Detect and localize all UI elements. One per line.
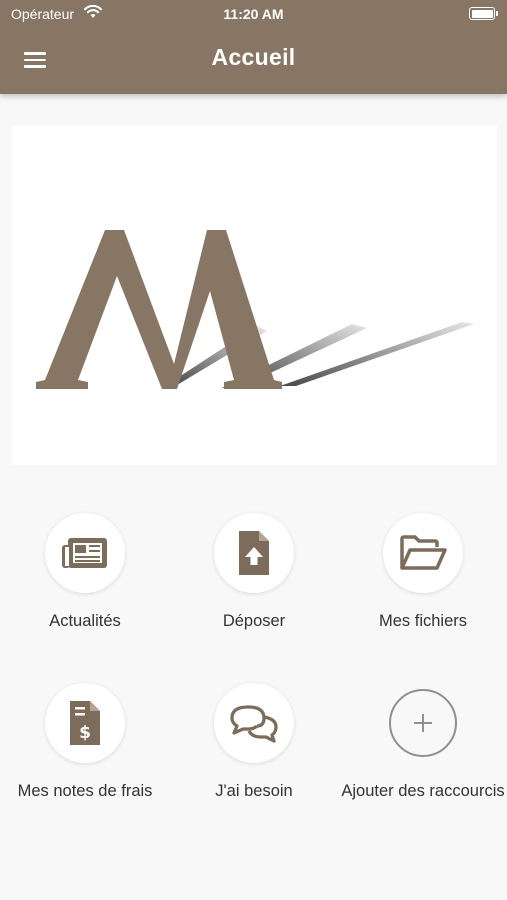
battery-icon — [469, 7, 498, 20]
shortcut-circle — [383, 513, 463, 593]
add-shortcut-button[interactable]: Ajouter des raccourcis — [338, 683, 507, 803]
plus-icon — [414, 714, 432, 732]
app-header: Opérateur 11:20 AM Accueil — [0, 0, 507, 94]
shortcut-deposer[interactable]: Déposer — [169, 513, 339, 633]
shortcut-circle: $ — [45, 683, 125, 763]
company-logo — [36, 230, 474, 389]
shortcut-label: Actualités — [49, 612, 121, 630]
folder-open-icon — [400, 535, 447, 570]
shortcut-label: Mes notes de frais — [17, 782, 153, 800]
status-bar: Opérateur 11:20 AM — [0, 0, 507, 28]
shortcut-circle — [214, 513, 294, 593]
shortcut-notes-de-frais[interactable]: $ Mes notes de frais — [0, 683, 170, 803]
chat-bubbles-icon — [230, 705, 278, 743]
shortcut-circle — [214, 683, 294, 763]
add-shortcut-circle — [389, 689, 457, 757]
page-title: Accueil — [211, 44, 296, 70]
shortcut-jai-besoin[interactable]: J'ai besoin — [169, 683, 339, 803]
clock: 11:20 AM — [223, 6, 284, 22]
shortcut-label: Mes fichiers — [378, 612, 468, 630]
company-logo-card — [12, 126, 497, 465]
shortcut-mes-fichiers[interactable]: Mes fichiers — [338, 513, 507, 633]
shortcut-label: Ajouter des raccourcis — [341, 782, 505, 800]
expense-receipt-icon: $ — [70, 701, 100, 745]
svg-text:$: $ — [79, 723, 91, 743]
shortcut-circle — [45, 513, 125, 593]
newspaper-icon — [62, 538, 107, 568]
shortcut-label: J'ai besoin — [215, 782, 293, 800]
shortcut-actualites[interactable]: Actualités — [0, 513, 170, 633]
shortcut-label: Déposer — [222, 612, 286, 630]
file-upload-icon — [239, 531, 269, 575]
